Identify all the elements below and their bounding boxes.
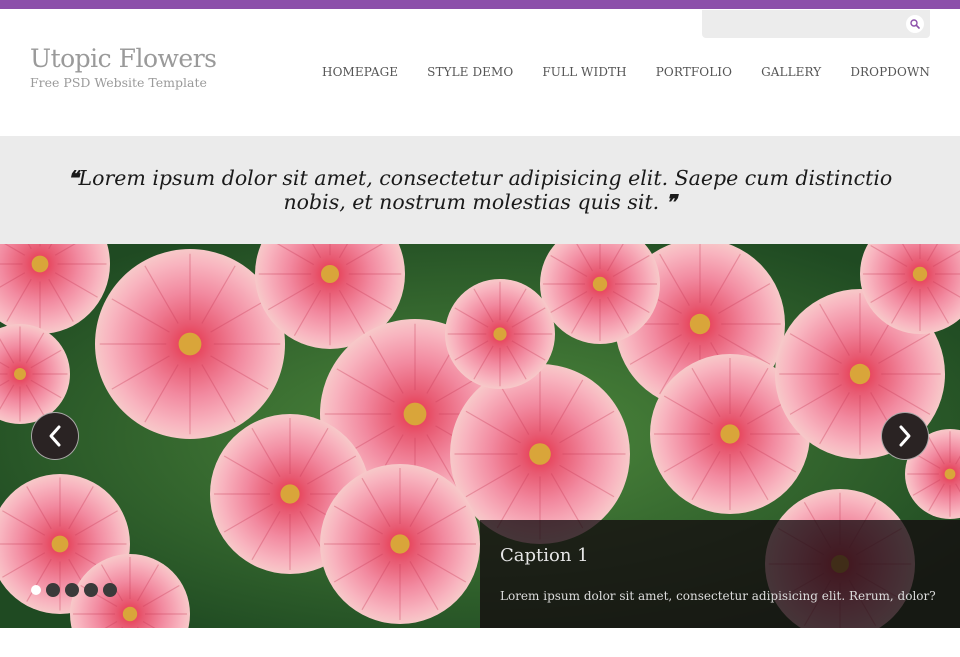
quote-text-block: ❝Lorem ipsum dolor sit amet, consectetur…: [40, 166, 920, 214]
search-box: [702, 10, 930, 38]
search-icon: [910, 19, 920, 29]
nav-item-full-width[interactable]: FULL WIDTH: [542, 65, 626, 79]
nav-item-gallery[interactable]: GALLERY: [761, 65, 821, 79]
chevron-left-icon: [49, 425, 61, 447]
main-nav: HOMEPAGE STYLE DEMO FULL WIDTH PORTFOLIO…: [293, 65, 930, 79]
search-input[interactable]: [710, 14, 900, 34]
top-accent-bar: [0, 0, 960, 9]
nav-item-homepage[interactable]: HOMEPAGE: [322, 65, 398, 79]
slider-dot-3[interactable]: [65, 583, 79, 597]
slider-next-button[interactable]: [881, 412, 929, 460]
image-slider: Caption 1 Lorem ipsum dolor sit amet, co…: [0, 244, 960, 628]
nav-item-portfolio[interactable]: PORTFOLIO: [656, 65, 732, 79]
caption-text: Lorem ipsum dolor sit amet, consectetur …: [500, 589, 936, 603]
site-subtitle: Free PSD Website Template: [30, 75, 207, 90]
quote-text: Lorem ipsum dolor sit amet, consectetur …: [78, 166, 893, 214]
chevron-right-icon: [899, 425, 911, 447]
slide-caption: Caption 1 Lorem ipsum dolor sit amet, co…: [480, 520, 960, 628]
slider-prev-button[interactable]: [31, 412, 79, 460]
nav-item-dropdown[interactable]: DROPDOWN: [850, 65, 930, 79]
caption-title: Caption 1: [500, 545, 589, 566]
quote-banner: ❝Lorem ipsum dolor sit amet, consectetur…: [0, 136, 960, 244]
site-title[interactable]: Utopic Flowers: [30, 44, 217, 73]
search-button[interactable]: [906, 15, 924, 33]
quote-open-icon: ❝: [67, 166, 79, 190]
slider-dot-1[interactable]: [31, 585, 41, 595]
slider-dot-5[interactable]: [103, 583, 117, 597]
quote-close-icon: ❞: [665, 190, 677, 214]
nav-item-style-demo[interactable]: STYLE DEMO: [427, 65, 513, 79]
slider-dot-4[interactable]: [84, 583, 98, 597]
slider-dot-2[interactable]: [46, 583, 60, 597]
slider-pagination: [31, 583, 117, 597]
